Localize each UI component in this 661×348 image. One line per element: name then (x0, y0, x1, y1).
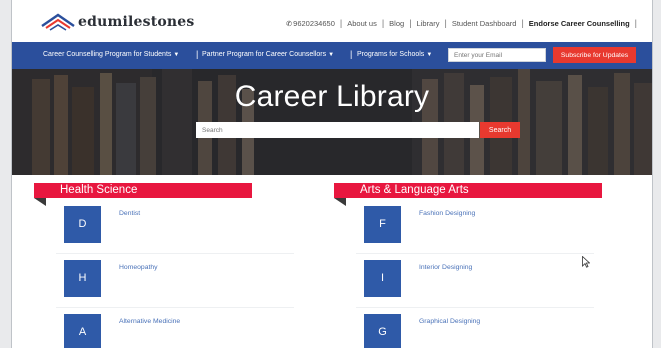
career-card-alternative-medicine[interactable]: A Alternative Medicine (56, 307, 294, 348)
nav-item-label: Career Counselling Program for Students (43, 51, 172, 58)
career-link[interactable]: Graphical Designing (419, 318, 480, 325)
divider: | (381, 18, 385, 28)
caret-down-icon: ▼ (328, 52, 335, 58)
career-letter-tile: D (64, 206, 101, 243)
category-header: Health Science (34, 183, 294, 206)
career-link[interactable]: Fashion Designing (419, 210, 475, 217)
career-card-interior-designing[interactable]: I Interior Designing (356, 253, 594, 308)
divider: | (339, 18, 343, 28)
nav-divider: | (350, 49, 353, 59)
career-card-graphical-designing[interactable]: G Graphical Designing (356, 307, 594, 348)
career-link[interactable]: Homeopathy (119, 264, 158, 271)
category-title: Health Science (34, 183, 252, 198)
nav-item-partner-program[interactable]: Partner Program for Career Counsellors ▼ (202, 51, 334, 58)
main-nav: Career Counselling Program for Students ▼… (12, 42, 652, 69)
career-card-dentist[interactable]: D Dentist (56, 199, 294, 254)
divider: | (521, 18, 524, 28)
link-about-us[interactable]: About us (347, 19, 377, 28)
nav-item-schools[interactable]: Programs for Schools ▼ (357, 51, 432, 58)
link-blog[interactable]: Blog (389, 19, 404, 28)
search-button[interactable]: Search (480, 122, 520, 138)
nav-divider: | (196, 49, 199, 59)
category-header: Arts & Language Arts (334, 183, 602, 206)
category-arts-language-arts: Arts & Language Arts F Fashion Designing… (334, 183, 602, 348)
site-logo[interactable]: edumilestones (40, 11, 195, 33)
caret-down-icon: ▼ (173, 52, 180, 58)
link-library[interactable]: Library (417, 19, 440, 28)
mouse-pointer-icon (582, 256, 590, 268)
top-bar: edumilestones ✆ 9620234650 | About us | … (12, 0, 652, 42)
nav-item-students[interactable]: Career Counselling Program for Students ▼ (43, 51, 179, 58)
career-letter-tile: F (364, 206, 401, 243)
career-card-fashion-designing[interactable]: F Fashion Designing (356, 199, 594, 254)
divider: | (444, 18, 447, 28)
career-letter-tile: H (64, 260, 101, 297)
career-link[interactable]: Alternative Medicine (119, 318, 180, 325)
divider: | (409, 18, 412, 28)
career-letter-tile: A (64, 314, 101, 348)
category-health-science: Health Science D Dentist H Homeopathy A … (34, 183, 294, 348)
nav-item-label: Partner Program for Career Counsellors (202, 51, 327, 58)
email-input[interactable] (448, 48, 546, 62)
logo-mark-icon (40, 12, 76, 32)
link-student-dashboard[interactable]: Student Dashboard (452, 19, 517, 28)
page-title: Career Library (234, 80, 430, 113)
browser-frame: edumilestones ✆ 9620234650 | About us | … (11, 0, 653, 348)
caret-down-icon: ▼ (426, 52, 433, 58)
top-links: ✆ 9620234650 | About us | Blog | Library… (286, 18, 642, 28)
career-library-content: Health Science D Dentist H Homeopathy A … (12, 175, 652, 348)
search-input[interactable] (196, 122, 479, 138)
phone-icon: ✆ (286, 20, 293, 28)
category-title: Arts & Language Arts (334, 183, 602, 198)
ribbon-fold (334, 198, 346, 206)
ribbon-fold (34, 198, 46, 206)
career-letter-tile: I (364, 260, 401, 297)
logo-text: edumilestones (78, 14, 195, 30)
hero-banner: Career Library Search (12, 69, 652, 175)
phone-number[interactable]: 9620234650 (293, 19, 335, 28)
career-letter-tile: G (364, 314, 401, 348)
link-endorse-career-counselling[interactable]: Endorse Career Counselling (529, 19, 630, 28)
nav-item-label: Programs for Schools (357, 51, 425, 58)
career-card-homeopathy[interactable]: H Homeopathy (56, 253, 294, 308)
career-link[interactable]: Interior Designing (419, 264, 472, 271)
career-link[interactable]: Dentist (119, 210, 140, 217)
divider: | (634, 18, 637, 28)
subscribe-button[interactable]: Subscribe for Updates (553, 47, 636, 63)
